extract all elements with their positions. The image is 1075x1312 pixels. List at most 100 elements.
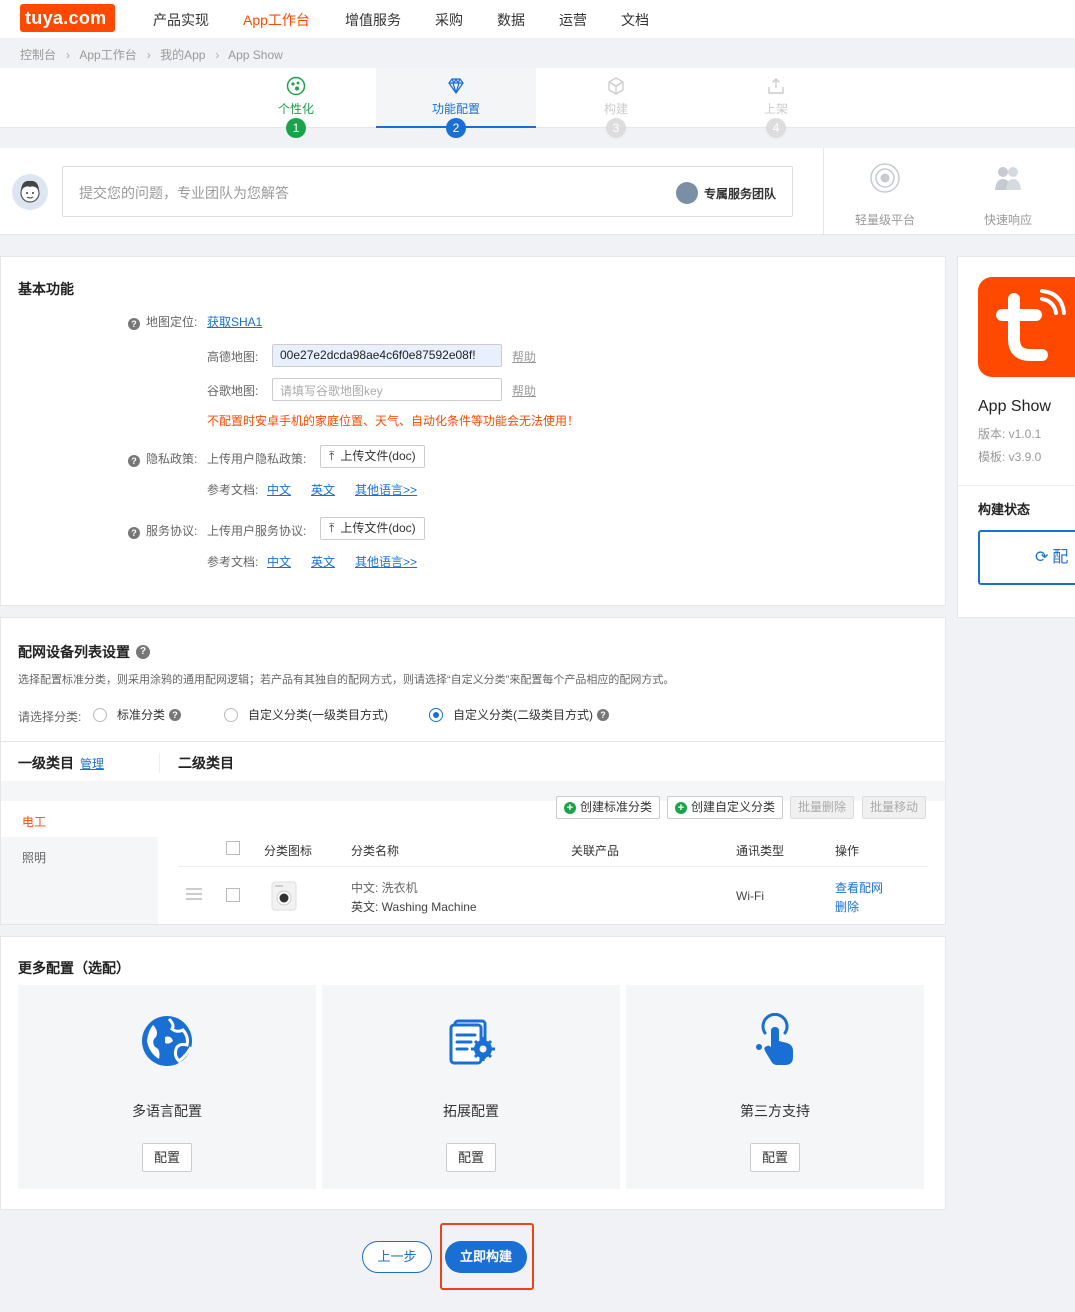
help-circle-icon[interactable]: ? — [597, 708, 609, 721]
build-status-button[interactable]: ⟳ 配 — [978, 530, 1075, 585]
app-info-sidebar: App Show 版本: v1.0.1 模板: v3.9.0 构建状态 ⟳ 配 — [957, 256, 1075, 618]
gaode-help-link[interactable]: 帮助 — [512, 348, 536, 365]
step-publish[interactable]: 上架 4 — [696, 68, 856, 138]
google-help-link[interactable]: 帮助 — [512, 382, 536, 399]
nav-item-purchase[interactable]: 采购 — [435, 10, 463, 30]
step-number: 1 — [286, 118, 306, 138]
radio-label: 自定义分类(一级类目方式) — [248, 708, 388, 722]
gaode-map-key-input[interactable]: 00e27e2dcda98ae4c6f0e87592e08f! — [272, 344, 502, 367]
privacy-ref-en-link[interactable]: 英文 — [311, 481, 335, 498]
radio-custom-level2[interactable]: 自定义分类(二级类目方式) ? — [429, 706, 615, 723]
create-standard-category-button[interactable]: + 创建标准分类 — [556, 796, 661, 819]
divider — [958, 485, 1075, 486]
divider — [823, 148, 824, 235]
create-custom-category-button[interactable]: + 创建自定义分类 — [667, 796, 784, 819]
privacy-ref-cn-link[interactable]: 中文 — [267, 481, 291, 498]
ref-docs-label: 参考文档: — [207, 483, 259, 497]
nav-item-docs[interactable]: 文档 — [621, 10, 649, 30]
team-avatar — [675, 182, 698, 204]
nav-item-value-added[interactable]: 增值服务 — [345, 10, 401, 30]
get-sha1-link[interactable]: 获取SHA1 — [207, 313, 262, 330]
level2-title: 二级类目 — [178, 755, 234, 771]
help-circle-icon[interactable]: ? — [128, 455, 140, 467]
breadcrumb-my-app[interactable]: 我的App — [160, 48, 205, 62]
globe-icon — [142, 1016, 193, 1066]
config-card-third-party: 第三方支持 配置 — [626, 985, 924, 1189]
help-circle-icon[interactable]: ? — [128, 318, 140, 330]
view-network-link[interactable]: 查看配网 — [835, 879, 883, 896]
question-input[interactable]: 提交您的问题，专业团队为您解答 专属服务团队 — [62, 166, 793, 217]
column-header-comm-type: 通讯类型 — [736, 844, 785, 858]
privacy-upload-button[interactable]: ⤒ 上传文件(doc) — [320, 445, 425, 468]
radio-dot — [93, 707, 107, 722]
help-circle-icon[interactable]: ? — [169, 708, 182, 721]
service-ref-other-link[interactable]: 其他语言>> — [355, 553, 417, 570]
category-item-electrician[interactable]: 电工 — [1, 801, 158, 837]
help-circle-icon[interactable]: ? — [128, 527, 140, 539]
service-team[interactable]: 专属服务团队 — [675, 181, 776, 205]
google-map-key-input[interactable]: 请填写谷歌地图key — [272, 378, 502, 401]
section-title: 基本功能 — [18, 281, 74, 297]
breadcrumb-console[interactable]: 控制台 — [20, 48, 56, 62]
service-ref-en-link[interactable]: 英文 — [311, 553, 335, 570]
section-title: 更多配置（选配） — [18, 960, 130, 976]
nav-item-operation[interactable]: 运营 — [559, 10, 587, 30]
google-label: 谷歌地图: — [207, 384, 259, 398]
refresh-icon: ⟳ — [1035, 549, 1049, 566]
upload-label: 上传文件(doc) — [340, 521, 416, 535]
step-feature-config[interactable]: 功能配置 2 — [376, 68, 536, 138]
service-upload-button[interactable]: ⤒ 上传文件(doc) — [320, 517, 425, 540]
service-team-label: 专属服务团队 — [703, 186, 776, 201]
batch-move-button[interactable]: 批量移动 — [862, 796, 927, 819]
service-ref-cn-link[interactable]: 中文 — [267, 553, 291, 570]
manage-link[interactable]: 管理 — [80, 755, 104, 772]
touch-hand-icon — [756, 1013, 793, 1065]
app-t-logo-icon — [996, 289, 1066, 361]
button-label: 创建标准分类 — [580, 800, 653, 814]
chevron-right-icon: › — [146, 48, 151, 62]
radio-custom-level1[interactable]: 自定义分类(一级类目方式) — [224, 706, 388, 723]
step-build[interactable]: 构建 3 — [536, 68, 696, 138]
previous-step-button[interactable]: 上一步 — [362, 1241, 432, 1273]
privacy-ref-other-link[interactable]: 其他语言>> — [355, 481, 417, 498]
tuya-logo[interactable]: tuya.com — [20, 4, 115, 32]
help-circle-icon[interactable]: ? — [136, 645, 150, 659]
nav-item-app-workbench[interactable]: App工作台 — [243, 10, 310, 30]
cube-icon — [608, 77, 624, 95]
step-label: 构建 — [603, 102, 628, 116]
category-label: 电工 — [22, 815, 47, 829]
category-name-en: 英文: Washing Machine — [351, 900, 477, 914]
service-upload-label: 上传用户服务协议: — [207, 524, 307, 538]
category-item-lighting[interactable]: 照明 — [1, 837, 158, 924]
select-all-checkbox[interactable] — [226, 841, 240, 855]
radio-label: 自定义分类(二级类目方式) — [453, 708, 593, 722]
target-icon — [870, 163, 900, 193]
multilang-config-button[interactable]: 配置 — [142, 1143, 192, 1172]
feature-label: 快速响应 — [983, 213, 1032, 227]
chevron-right-icon: › — [66, 48, 71, 62]
third-party-config-button[interactable]: 配置 — [750, 1143, 800, 1172]
table-row: 中文: 洗衣机 英文: Washing Machine Wi-Fi 查看配网 删… — [178, 867, 928, 923]
card-label: 第三方支持 — [740, 1103, 810, 1119]
batch-delete-button[interactable]: 批量删除 — [790, 796, 855, 819]
upload-tray-icon — [768, 78, 784, 94]
app-name: App Show — [978, 398, 1051, 415]
extension-config-button[interactable]: 配置 — [446, 1143, 496, 1172]
step-number: 2 — [446, 118, 466, 138]
plus-circle-icon: + — [675, 801, 687, 814]
chevron-right-icon: › — [215, 48, 220, 62]
column-header-actions: 操作 — [835, 844, 860, 858]
drag-handle-icon[interactable] — [186, 887, 202, 901]
network-description: 选择配置标准分类，则采用涂鸦的通用配网逻辑；若产品有其独自的配网方式，则请选择“… — [18, 674, 675, 686]
delete-link[interactable]: 删除 — [835, 898, 859, 915]
radio-standard[interactable]: 标准分类 ? — [93, 706, 187, 723]
breadcrumb-app-workbench[interactable]: App工作台 — [79, 48, 136, 62]
nav-item-product[interactable]: 产品实现 — [153, 10, 209, 30]
divider — [1, 741, 945, 742]
nav-item-data[interactable]: 数据 — [497, 10, 525, 30]
step-personalize[interactable]: 个性化 1 — [216, 68, 376, 138]
step-label: 上架 — [763, 102, 788, 116]
row-checkbox[interactable] — [226, 888, 240, 902]
feature-lightweight: 轻量级平台 — [835, 162, 935, 228]
gaode-label: 高德地图: — [207, 350, 259, 364]
